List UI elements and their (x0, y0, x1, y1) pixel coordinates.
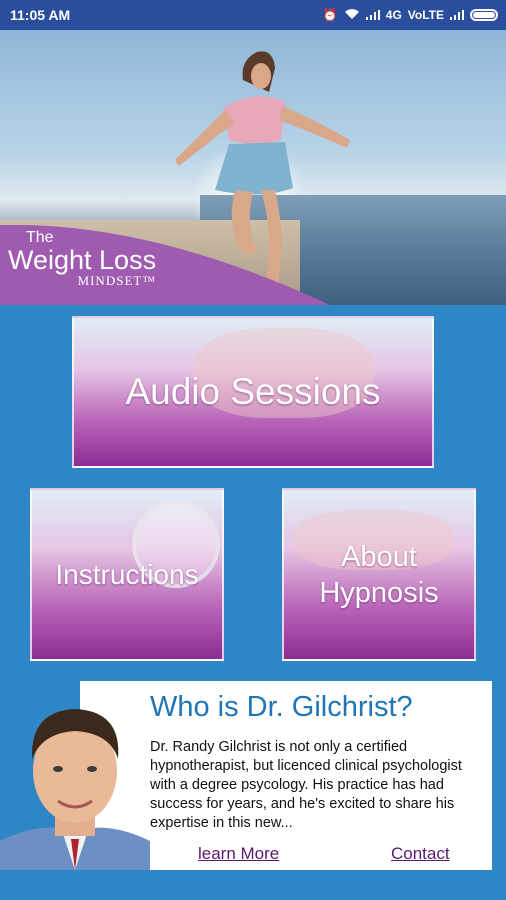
wifi-icon (344, 8, 360, 23)
contact-link[interactable]: Contact (391, 844, 450, 864)
doctor-photo (0, 709, 150, 870)
app-logo: The Weight Loss MINDSET™ (8, 229, 157, 288)
logo-the: The (26, 229, 54, 246)
learn-more-link[interactable]: learn More (198, 844, 279, 864)
about-hypnosis-line2: Hypnosis (319, 576, 439, 609)
status-time: 11:05 AM (10, 7, 71, 23)
battery-icon (470, 9, 498, 21)
signal-icon-2 (450, 10, 464, 20)
logo-mindset: MINDSET™ (77, 273, 157, 288)
carrier-label: VoLTE (407, 8, 444, 22)
doctor-card-title: Who is Dr. Gilchrist? (150, 691, 413, 723)
audio-sessions-label: Audio Sessions (125, 371, 381, 412)
audio-sessions-button[interactable]: Audio Sessions (72, 316, 434, 468)
about-hypnosis-button[interactable]: About Hypnosis (282, 488, 476, 661)
alarm-icon: ⏰ (322, 8, 338, 22)
logo-weight-loss: Weight Loss (8, 245, 157, 275)
about-hypnosis-label: About Hypnosis (319, 539, 438, 611)
instructions-button[interactable]: Instructions (30, 488, 224, 661)
status-bar: 11:05 AM ⏰ 4G VoLTE (0, 0, 506, 30)
instructions-label: Instructions (55, 558, 199, 590)
signal-icon (365, 10, 380, 20)
status-icons: ⏰ 4G VoLTE (323, 8, 498, 23)
doctor-card-description: Dr. Randy Gilchrist is not only a certif… (150, 739, 462, 831)
network-label: 4G (385, 8, 402, 22)
about-hypnosis-line1: About (341, 540, 417, 573)
hero-banner: The Weight Loss MINDSET™ (0, 30, 506, 305)
